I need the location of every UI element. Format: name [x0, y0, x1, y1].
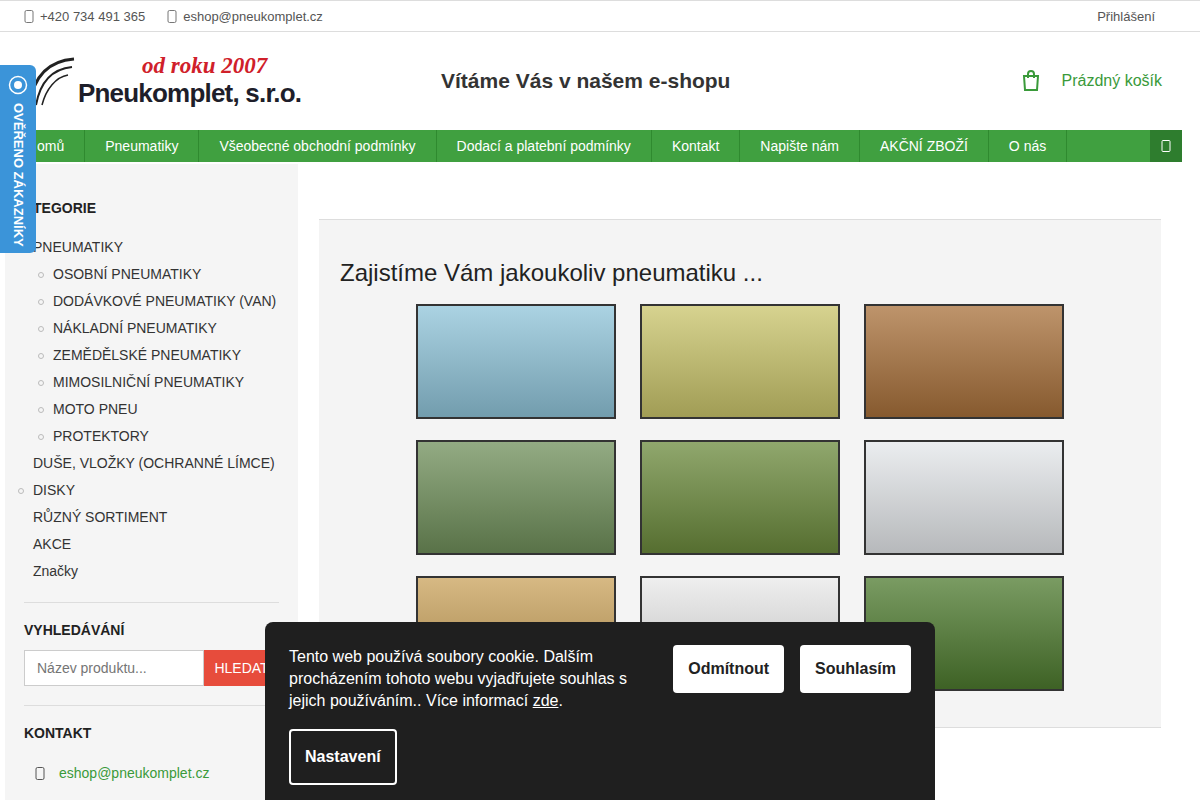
cart-icon — [1022, 70, 1040, 92]
categories-title: ATEGORIE — [24, 200, 279, 216]
cookie-info-link[interactable]: zde — [533, 692, 559, 709]
email-link[interactable]: eshop@pneukomplet.cz — [167, 9, 323, 24]
mail-icon — [167, 10, 177, 23]
category-bullet — [38, 434, 44, 440]
sidebar: ATEGORIE PNEUMATIKYOSOBNÍ PNEUMATIKYDODÁV… — [5, 164, 298, 800]
nav-item[interactable]: Všeobecné obchodní podmínky — [199, 130, 436, 162]
category-bullet — [38, 407, 44, 413]
subcategory-item[interactable]: NÁKLADNÍ PNEUMATIKY — [24, 315, 279, 342]
menu-icon — [1161, 140, 1171, 152]
main-nav: omůPneumatikyVšeobecné obchodní podmínky… — [4, 130, 1182, 162]
category-item[interactable]: DUŠE, VLOŽKY (OCHRANNÉ LÍMCE) — [24, 450, 279, 477]
category-bullet — [38, 353, 44, 359]
header: od roku 2007Pneukomplet, s.r.o.Vítáme Vá… — [0, 32, 1200, 130]
subcategory-item[interactable]: MOTO PNEU — [24, 396, 279, 423]
category-item[interactable]: Značky — [24, 558, 279, 585]
welcome-text: Vítáme Vás v našem e-shopu — [441, 69, 730, 93]
page: +420 734 491 365 eshop@pneukomplet.cz Přih… — [0, 0, 1200, 800]
search-form: HLEDAT — [24, 650, 279, 686]
cart-link[interactable]: Prázdný košík — [1022, 70, 1162, 92]
logo-tagline: od roku 2007 — [54, 54, 301, 78]
category-tile[interactable] — [640, 304, 840, 419]
subcategory-item[interactable]: DODÁVKOVÉ PNEUMATIKY (VAN) — [24, 288, 279, 315]
category-item[interactable]: DISKY — [24, 477, 279, 504]
category-bullet — [18, 488, 24, 494]
category-bullet — [38, 326, 44, 332]
search-input[interactable] — [24, 650, 204, 686]
subcategory-item[interactable]: ZEMĚDĚLSKÉ PNEUMATIKY — [24, 342, 279, 369]
nav-item[interactable]: Napište nám — [740, 130, 860, 162]
settings-button[interactable]: Nastavení — [289, 729, 397, 785]
verified-badge[interactable]: OVĚŘENO ZÁKAZNÍKY — [0, 65, 36, 253]
category-tile[interactable] — [640, 440, 840, 555]
category-tile[interactable] — [864, 304, 1064, 419]
category-item[interactable]: AKCE — [24, 531, 279, 558]
phone-icon — [24, 10, 34, 23]
nav-item[interactable]: O nás — [989, 130, 1067, 162]
category-bullet — [38, 299, 44, 305]
top-bar: +420 734 491 365 eshop@pneukomplet.cz Přih… — [0, 0, 1200, 32]
category-tile[interactable] — [416, 440, 616, 555]
category-bullet — [38, 272, 44, 278]
divider — [24, 705, 279, 706]
category-item[interactable]: PNEUMATIKY — [24, 234, 279, 261]
cookie-text: Tento web používá soubory cookie. Dalším… — [289, 646, 661, 712]
category-bullet — [38, 380, 44, 386]
nav-item[interactable]: Kontakt — [652, 130, 740, 162]
nav-item[interactable]: Pneumatiky — [85, 130, 199, 162]
cookie-banner: Tento web používá soubory cookie. Dalším… — [265, 622, 935, 800]
accept-button[interactable]: Souhlasím — [800, 645, 911, 693]
login-link[interactable]: Přihlášení — [1097, 9, 1155, 24]
search-title: VYHLEDÁVÁNÍ — [24, 622, 279, 638]
category-tile[interactable] — [416, 304, 616, 419]
nav-toggle[interactable] — [1150, 130, 1182, 162]
nav-item[interactable]: AKČNÍ ZBOŽÍ — [860, 130, 989, 162]
subcategory-item[interactable]: OSOBNÍ PNEUMATIKY — [24, 261, 279, 288]
reject-button[interactable]: Odmítnout — [673, 645, 784, 693]
divider — [24, 602, 279, 603]
subcategory-item[interactable]: MIMOSILNIČNÍ PNEUMATIKY — [24, 369, 279, 396]
contact-title: KONTAKT — [24, 725, 279, 741]
category-item[interactable]: RŮZNÝ SORTIMENT — [24, 504, 279, 531]
phone-link[interactable]: +420 734 491 365 — [24, 9, 145, 24]
logo-name: Pneukomplet, s.r.o. — [54, 78, 301, 108]
contact-email[interactable]: eshop@pneukomplet.cz — [24, 765, 279, 781]
category-list: PNEUMATIKYOSOBNÍ PNEUMATIKYDODÁVKOVÉ PNE… — [24, 234, 279, 585]
mail-icon — [35, 767, 45, 780]
subcategory-item[interactable]: PROTEKTORY — [24, 423, 279, 450]
category-tile[interactable] — [864, 440, 1064, 555]
seal-icon — [8, 75, 28, 95]
page-heading: Zajistíme Vám jakoukoliv pneumatiku ... — [340, 258, 1140, 288]
logo[interactable]: od roku 2007Pneukomplet, s.r.o. — [28, 54, 441, 108]
nav-item[interactable]: Dodací a platební podmínky — [437, 130, 652, 162]
